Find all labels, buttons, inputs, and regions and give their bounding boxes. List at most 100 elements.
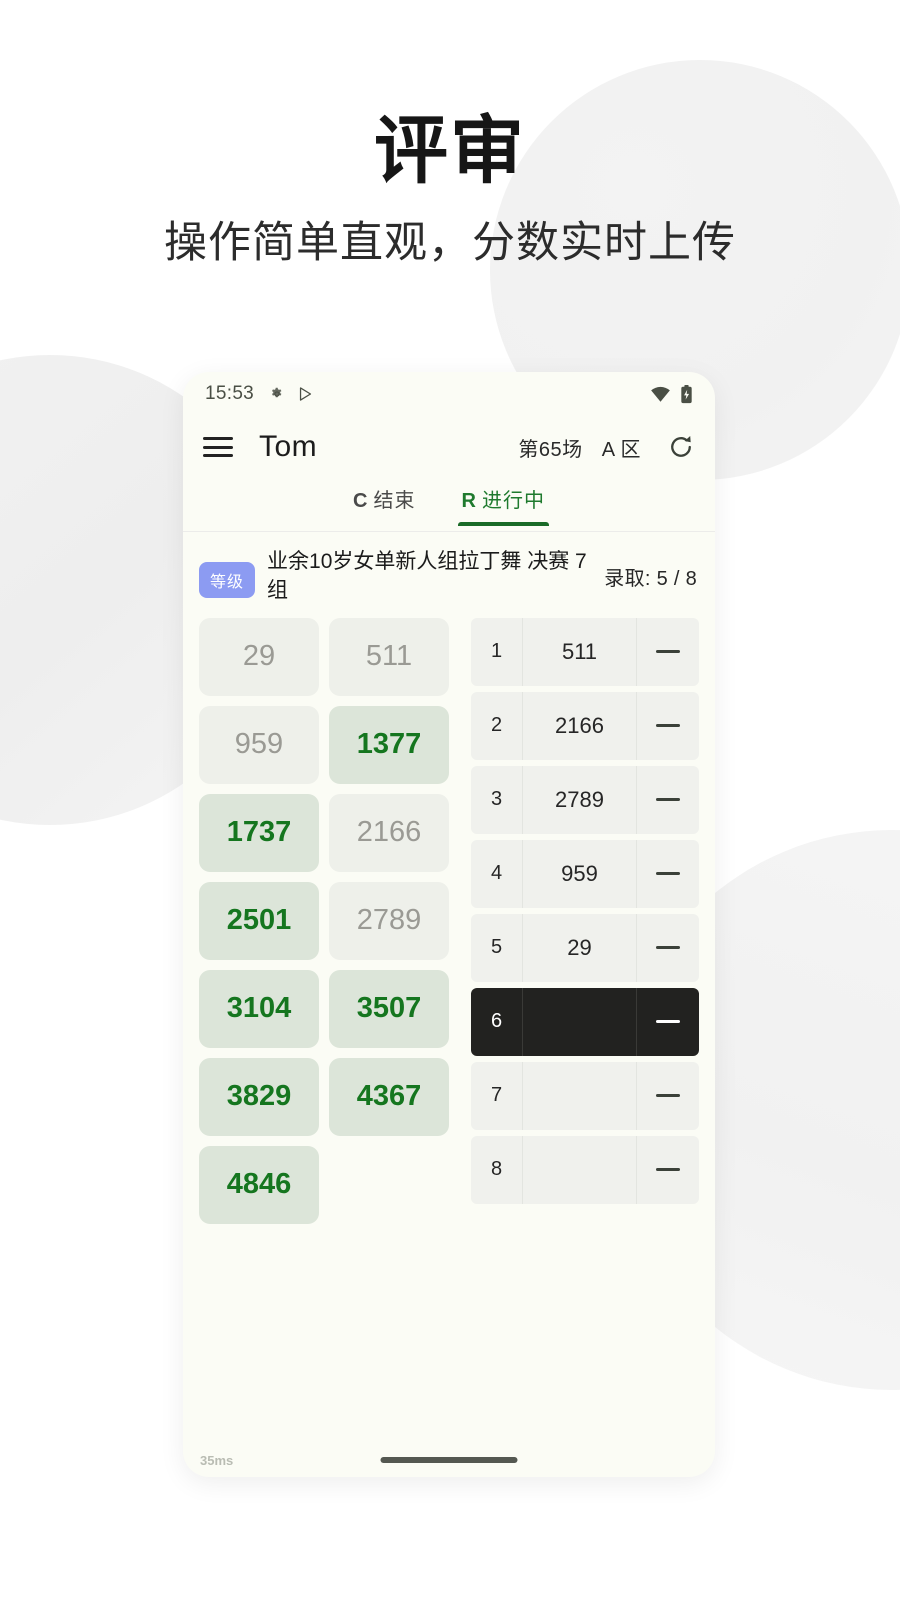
screenshot-root: 评审 操作简单直观，分数实时上传 15:53 Tom 第65场 A 区 C 结束…: [0, 0, 900, 1600]
ranking-position: 1: [471, 617, 523, 686]
dash-icon: [656, 872, 680, 876]
ranking-score: [637, 914, 699, 982]
ranking-score: [637, 1062, 699, 1130]
competitor-tile-number: 3507: [356, 992, 422, 1025]
ranking-competitor-number: [523, 1061, 637, 1130]
status-bar-time: 15:53: [205, 383, 255, 404]
tab-in-progress-key: R: [461, 490, 477, 512]
main-content: 29 511 959 1377 1737 2166 2501 2789 3104 3507 3829…: [183, 617, 715, 1224]
ranking-competitor-number: 2789: [523, 765, 637, 834]
ranking-score: [637, 618, 699, 686]
status-bar: 15:53: [183, 372, 715, 416]
phone-footer: 35ms: [183, 1431, 715, 1477]
competitor-tile[interactable]: 1377: [329, 705, 449, 784]
competitor-tile-number: 2501: [226, 904, 292, 937]
ranking-row[interactable]: 4 959: [471, 839, 699, 908]
dash-icon: [656, 798, 680, 802]
event-name: 业余10岁女单新人组拉丁舞 决赛 7组: [267, 550, 587, 602]
competitor-tile-number: 1737: [226, 816, 292, 849]
phone-mockup: 15:53 Tom 第65场 A 区 C 结束 R 进行中 等级 业余10岁女单…: [183, 372, 715, 1477]
ranking-row[interactable]: 8: [471, 1135, 699, 1204]
status-bar-right-icons: [650, 384, 693, 404]
competitor-tile[interactable]: 2166: [329, 793, 449, 872]
tab-in-progress-label: 进行中: [481, 490, 545, 512]
competitor-tile[interactable]: 2789: [329, 881, 449, 960]
competitor-tile-number: 4367: [356, 1080, 422, 1113]
ranking-competitor-number: 511: [523, 617, 637, 686]
ranking-position: 3: [471, 765, 523, 834]
app-bar: Tom 第65场 A 区: [183, 416, 715, 478]
ranking-row[interactable]: 7: [471, 1061, 699, 1130]
competitor-tile-number: 959: [234, 728, 284, 761]
latency-label: 35ms: [200, 1453, 234, 1468]
ranking-row[interactable]: 2 2166: [471, 691, 699, 760]
dash-icon: [656, 650, 680, 654]
competitor-tile-number: 2166: [356, 816, 422, 849]
status-badge: 等级: [199, 562, 256, 598]
ranking-position: 5: [471, 913, 523, 982]
event-header: 等级 业余10岁女单新人组拉丁舞 决赛 7组 录取: 5 / 8: [183, 532, 715, 618]
zone-label: A 区: [601, 438, 641, 461]
ranking-position: 8: [471, 1135, 523, 1204]
hero-section: 评审 操作简单直观，分数实时上传: [0, 0, 900, 269]
wifi-icon: [651, 386, 670, 402]
competitor-tile-number: 4846: [226, 1168, 292, 1201]
competitor-tile-number: 2789: [356, 904, 422, 937]
competitor-tile-number: 511: [365, 640, 413, 673]
ranking-score: [637, 1136, 699, 1204]
app-bar-meta: 第65场 A 区: [518, 433, 641, 462]
tab-in-progress[interactable]: R 进行中: [457, 484, 550, 526]
ranking-row[interactable]: 1 511: [471, 617, 699, 686]
ranking-position: 4: [471, 839, 523, 908]
competitor-tile[interactable]: 2501: [199, 881, 319, 960]
competitor-tile[interactable]: 3507: [329, 969, 449, 1048]
play-triangle-icon: [299, 387, 312, 401]
tab-finished[interactable]: C 结束: [353, 484, 415, 525]
tab-finished-label: 结束: [373, 490, 416, 512]
competitor-tile-number: 3829: [226, 1080, 292, 1113]
battery-charging-icon: [681, 384, 692, 403]
ranking-position: 7: [471, 1061, 523, 1130]
competitor-tile-number: 1377: [356, 728, 422, 761]
tab-bar: C 结束 R 进行中: [183, 478, 715, 532]
competitor-tile[interactable]: 3829: [199, 1057, 319, 1136]
ranking-row[interactable]: 3 2789: [471, 765, 699, 834]
ranking-row[interactable]: 6: [471, 987, 699, 1056]
ranking-score: [637, 988, 699, 1056]
ranking-competitor-number: [523, 1135, 637, 1204]
quota-label: 录取: 5 / 8: [604, 568, 697, 590]
competitor-tile-number: 3104: [226, 992, 292, 1025]
app-bar-title: Tom: [259, 430, 318, 463]
hamburger-menu-icon[interactable]: [203, 437, 233, 457]
dash-icon: [656, 724, 680, 728]
competitor-tile[interactable]: 4846: [199, 1145, 319, 1224]
hero-title: 评审: [374, 109, 526, 192]
ranking-competitor-number: [523, 987, 637, 1056]
dash-icon: [656, 1020, 680, 1024]
hero-subtitle: 操作简单直观，分数实时上传: [164, 218, 736, 267]
gear-icon: [272, 387, 282, 398]
competitor-tile[interactable]: 511: [329, 617, 449, 696]
competitor-tile[interactable]: 1737: [199, 793, 319, 872]
ranking-score: [637, 840, 699, 908]
status-bar-left-icons: [268, 385, 314, 403]
ranking-row[interactable]: 5 29: [471, 913, 699, 982]
refresh-icon[interactable]: [667, 433, 695, 461]
competitor-tile[interactable]: 3104: [199, 969, 319, 1048]
round-label: 第65场: [518, 438, 583, 461]
competitor-tile[interactable]: 29: [199, 617, 319, 696]
home-indicator[interactable]: [380, 1457, 518, 1463]
dash-icon: [656, 1094, 680, 1098]
competitor-tile[interactable]: 959: [199, 705, 319, 784]
ranking-competitor-number: 29: [523, 913, 637, 982]
ranking-position: 6: [471, 987, 523, 1056]
ranking-competitor-number: 2166: [523, 691, 637, 760]
tab-finished-key: C: [353, 490, 369, 512]
ranking-score: [637, 692, 699, 760]
ranking-list: 1 511 2 2166 3 2789 4 959 5 29 6 7 8: [471, 617, 699, 1224]
ranking-score: [637, 766, 699, 834]
dash-icon: [656, 946, 680, 950]
ranking-position: 2: [471, 691, 523, 760]
ranking-competitor-number: 959: [523, 839, 637, 908]
competitor-tile[interactable]: 4367: [329, 1057, 449, 1136]
